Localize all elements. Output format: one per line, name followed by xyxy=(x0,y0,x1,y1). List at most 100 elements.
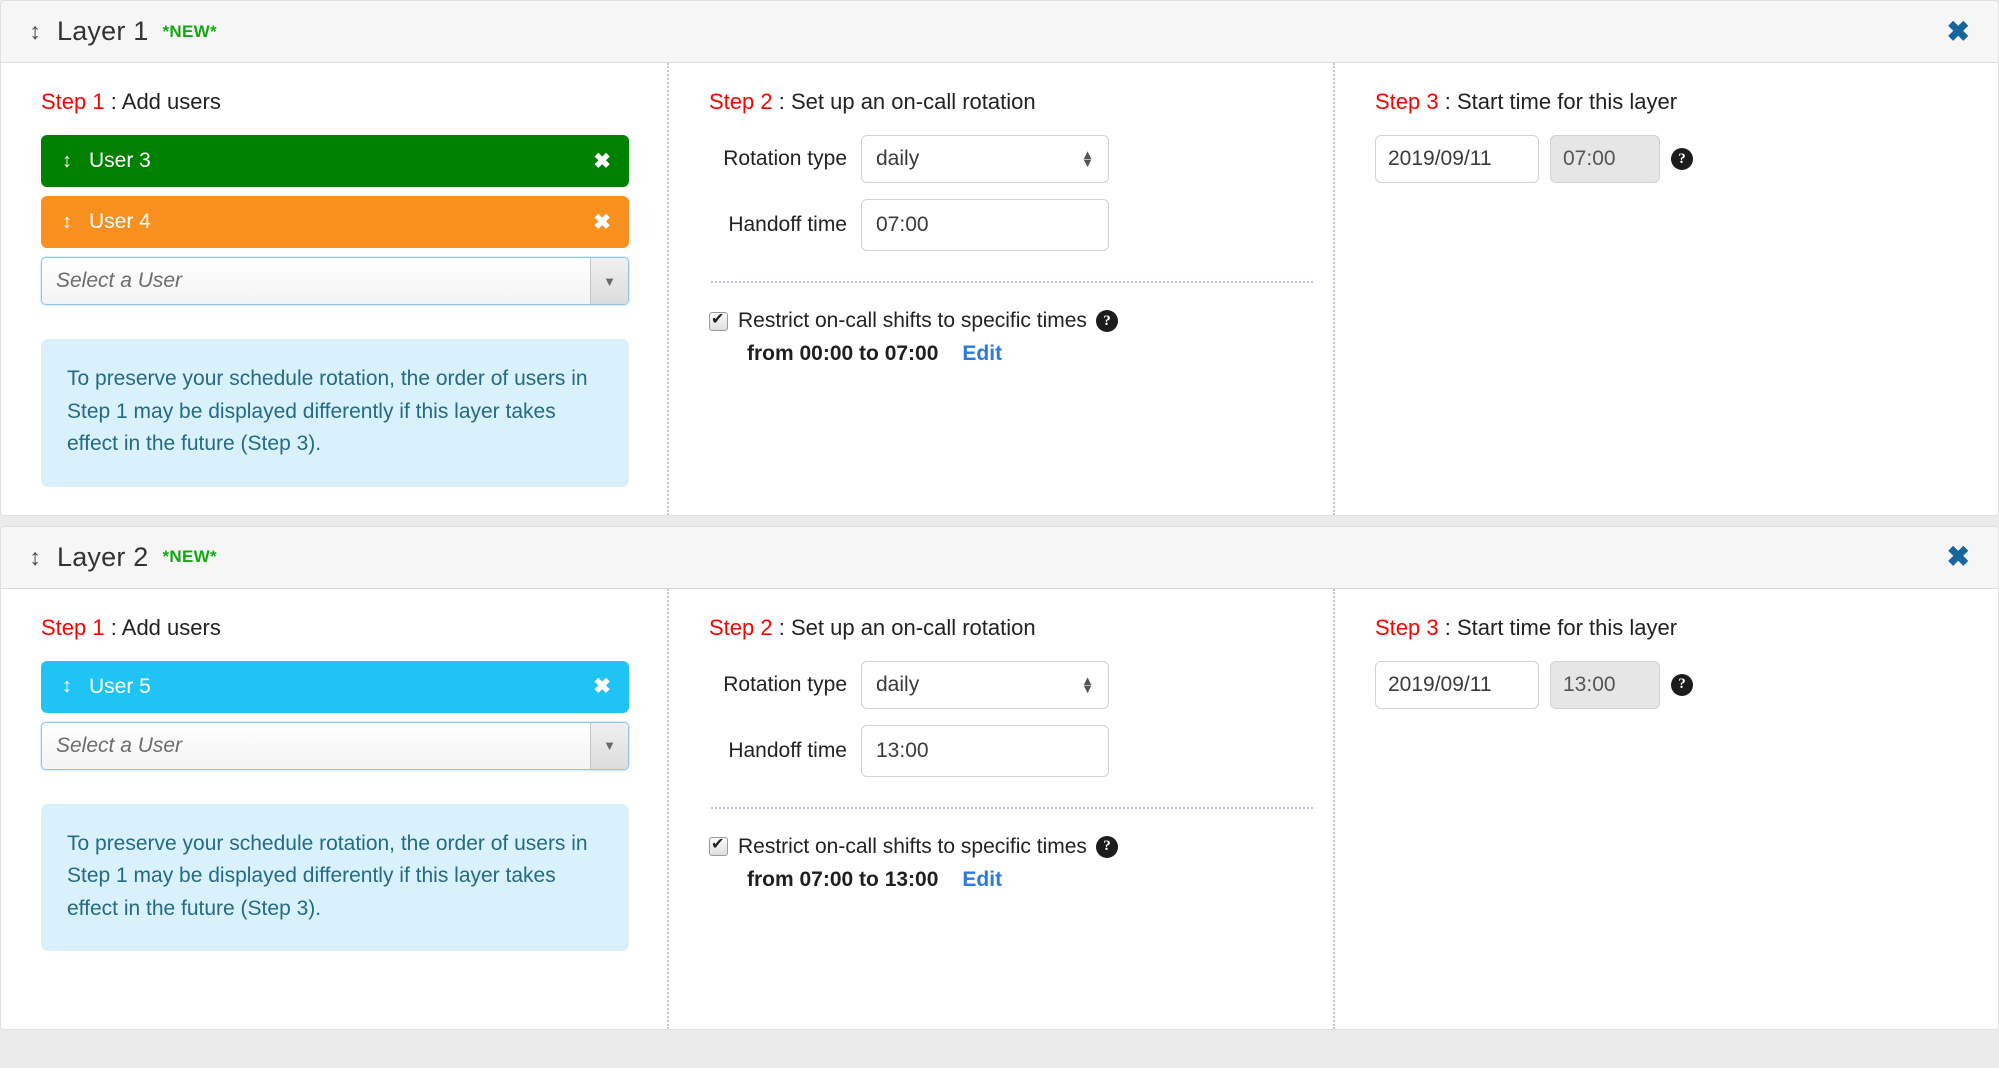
restrict-times-row: from 07:00 to 13:00 Edit xyxy=(709,868,1305,892)
drag-vertical-icon[interactable]: ↕ xyxy=(57,150,77,173)
user-chip-name: User 3 xyxy=(89,149,151,172)
layer-body: Step 1 : Add users ↕ User 5 ✖ Select a User ▼… xyxy=(1,588,1998,1029)
section-divider xyxy=(711,806,1313,809)
step3-label: Step 3 xyxy=(1375,614,1439,640)
step1-title: Step 1 : Add users xyxy=(41,615,639,641)
start-time-row: ? xyxy=(1375,660,1970,709)
rotation-type-select[interactable]: daily ▲ ▼ xyxy=(861,135,1109,183)
step2-title: Step 2 : Set up an on-call rotation xyxy=(709,615,1305,641)
spinner-arrows-icon: ▲ ▼ xyxy=(1081,672,1094,696)
step2-column: Step 2 : Set up an on-call rotation Rotat… xyxy=(667,588,1333,1029)
restrict-shifts-label: Restrict on-call shifts to specific time… xyxy=(738,309,1087,332)
handoff-time-row: Handoff time xyxy=(709,724,1305,777)
start-time-input[interactable] xyxy=(1550,135,1660,183)
step2-label: Step 2 xyxy=(709,614,773,640)
rotation-type-label: Rotation type xyxy=(723,147,847,170)
step3-heading: Start time for this layer xyxy=(1456,614,1678,640)
step2-separator: : xyxy=(778,614,785,640)
start-time-input[interactable] xyxy=(1550,660,1660,709)
layer-title: Layer 2 xyxy=(57,541,149,572)
step1-title: Step 1 : Add users xyxy=(41,89,639,115)
layer-header: ↕ Layer 2 *NEW* ✖ xyxy=(1,526,1998,589)
restrict-shifts-label: Restrict on-call shifts to specific time… xyxy=(738,834,1087,858)
help-icon[interactable]: ? xyxy=(1095,835,1118,858)
step3-separator: : xyxy=(1444,614,1451,640)
user-chip[interactable]: ↕ User 3 ✖ xyxy=(41,135,629,187)
restrict-shifts-checkbox[interactable] xyxy=(709,834,728,857)
close-icon[interactable]: ✖ xyxy=(1941,539,1976,575)
step2-heading: Set up an on-call rotation xyxy=(790,614,1036,640)
step3-column: Step 3 : Start time for this layer? xyxy=(1333,588,1998,1029)
step2-label: Step 2 xyxy=(709,89,773,114)
drag-vertical-icon[interactable]: ↕ xyxy=(57,211,77,234)
handoff-time-input[interactable] xyxy=(861,199,1109,251)
drag-vertical-icon[interactable]: ↕ xyxy=(25,545,45,569)
layer-header: ↕ Layer 1 *NEW* ✖ xyxy=(1,1,1998,63)
drag-vertical-icon[interactable]: ↕ xyxy=(57,675,77,698)
start-date-input[interactable] xyxy=(1375,660,1539,709)
restrict-times-row: from 00:00 to 07:00 Edit xyxy=(709,342,1305,366)
step2-separator: : xyxy=(778,89,785,114)
handoff-time-row: Handoff time xyxy=(709,199,1305,251)
layer-panel: ↕ Layer 2 *NEW* ✖ Step 1 : Add users ↕ User 5 ✖… xyxy=(0,525,1999,1030)
layer-new-badge: *NEW* xyxy=(162,547,217,567)
rotation-type-row: Rotation type daily ▲ ▼ xyxy=(709,135,1305,183)
step1-separator: : xyxy=(110,614,117,640)
step1-separator: : xyxy=(110,89,117,114)
restrict-times-value: from 00:00 to 07:00 xyxy=(747,342,939,365)
user-chip[interactable]: ↕ User 5 ✖ xyxy=(41,660,629,713)
rotation-type-value: daily xyxy=(876,147,920,170)
remove-user-icon[interactable]: ✖ xyxy=(593,212,611,233)
step3-separator: : xyxy=(1444,89,1451,114)
user-chip-name: User 4 xyxy=(89,210,151,233)
rotation-order-info: To preserve your schedule rotation, the … xyxy=(41,803,629,952)
select-user-placeholder: Select a User xyxy=(56,269,183,292)
step1-label: Step 1 xyxy=(41,614,105,640)
start-time-row: ? xyxy=(1375,135,1970,183)
step3-heading: Start time for this layer xyxy=(1456,89,1678,114)
step1-heading: Add users xyxy=(121,614,221,640)
layer-title: Layer 1 xyxy=(57,16,149,46)
user-chip-name: User 5 xyxy=(89,674,151,698)
remove-user-icon[interactable]: ✖ xyxy=(593,151,611,172)
help-icon[interactable]: ? xyxy=(1671,148,1693,170)
step2-title: Step 2 : Set up an on-call rotation xyxy=(709,89,1305,115)
rotation-type-select[interactable]: daily ▲ ▼ xyxy=(861,660,1109,709)
restrict-times-value: from 07:00 to 13:00 xyxy=(747,867,939,891)
select-user-dropdown[interactable]: Select a User ▼ xyxy=(41,257,629,305)
help-icon[interactable]: ? xyxy=(1095,310,1118,332)
select-user-placeholder: Select a User xyxy=(56,733,183,757)
drag-vertical-icon[interactable]: ↕ xyxy=(25,20,45,43)
step1-column: Step 1 : Add users ↕ User 3 ✖ ↕ User 4 ✖ Select… xyxy=(1,63,667,515)
section-divider xyxy=(711,281,1313,283)
user-chip[interactable]: ↕ User 4 ✖ xyxy=(41,196,629,248)
remove-user-icon[interactable]: ✖ xyxy=(593,676,611,697)
spinner-arrows-icon: ▲ ▼ xyxy=(1081,146,1094,170)
step3-label: Step 3 xyxy=(1375,89,1439,114)
edit-restriction-link[interactable]: Edit xyxy=(962,342,1002,365)
step1-column: Step 1 : Add users ↕ User 5 ✖ Select a User ▼… xyxy=(1,589,667,1029)
step3-column: Step 3 : Start time for this layer? xyxy=(1333,63,1998,515)
step1-heading: Add users xyxy=(121,89,221,114)
handoff-time-label: Handoff time xyxy=(728,213,847,236)
schedule-layers-container: ↕ Layer 1 *NEW* ✖ Step 1 : Add users ↕ User 3 ✖… xyxy=(0,0,1999,1030)
edit-restriction-link[interactable]: Edit xyxy=(962,868,1002,891)
restrict-shifts-row: Restrict on-call shifts to specific time… xyxy=(709,834,1305,859)
help-icon[interactable]: ? xyxy=(1671,673,1693,696)
step2-column: Step 2 : Set up an on-call rotation Rotat… xyxy=(667,63,1333,515)
restrict-shifts-checkbox[interactable] xyxy=(709,309,728,331)
step3-title: Step 3 : Start time for this layer xyxy=(1375,615,1970,641)
close-icon[interactable]: ✖ xyxy=(1941,14,1976,50)
step1-label: Step 1 xyxy=(41,89,105,114)
layer-body: Step 1 : Add users ↕ User 3 ✖ ↕ User 4 ✖ Select… xyxy=(1,63,1998,515)
handoff-time-input[interactable] xyxy=(861,724,1109,777)
chevron-down-icon[interactable]: ▼ xyxy=(590,258,628,304)
chevron-down-icon[interactable]: ▼ xyxy=(590,722,628,769)
step3-title: Step 3 : Start time for this layer xyxy=(1375,89,1970,115)
step2-heading: Set up an on-call rotation xyxy=(790,89,1036,114)
rotation-order-info: To preserve your schedule rotation, the … xyxy=(41,339,629,487)
start-date-input[interactable] xyxy=(1375,135,1539,183)
restrict-shifts-row: Restrict on-call shifts to specific time… xyxy=(709,309,1305,333)
rotation-type-row: Rotation type daily ▲ ▼ xyxy=(709,660,1305,709)
select-user-dropdown[interactable]: Select a User ▼ xyxy=(41,721,629,770)
